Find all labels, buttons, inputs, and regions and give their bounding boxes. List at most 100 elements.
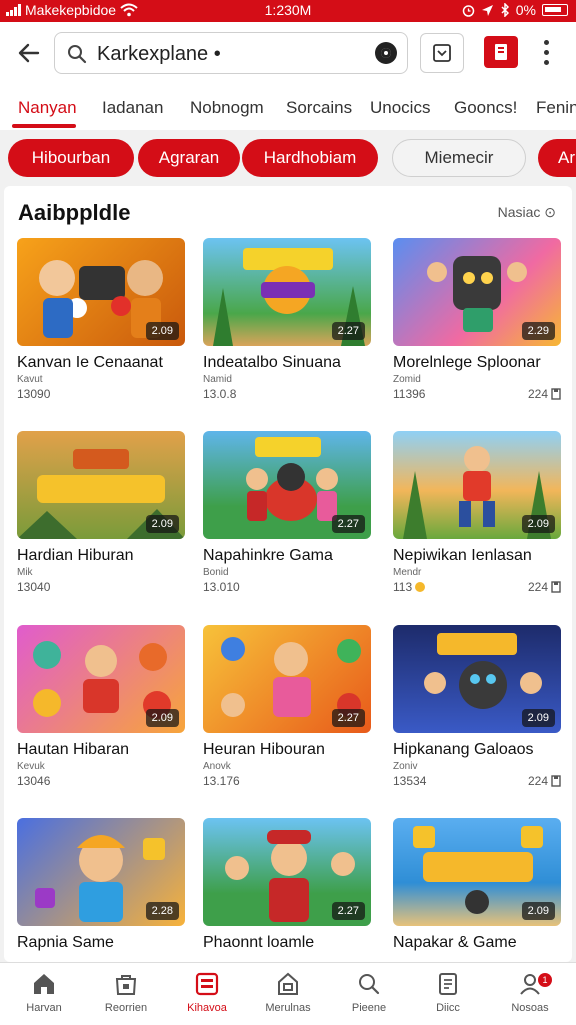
bluetooth-icon [501,3,509,17]
game-subtitle: Namid [203,374,232,385]
rating-badge: 2.09 [521,515,555,533]
apps-icon [195,972,219,996]
battery-percent: 0% [515,2,536,18]
game-thumbnail: 2.09 [393,625,561,733]
search-query: Karkexplane • [97,43,221,65]
game-thumbnail: 2.27 [203,238,371,346]
rating-badge: 2.27 [331,322,365,340]
nav-label: Diicc [436,1002,460,1014]
search-icon [68,45,87,64]
nav-item-store[interactable]: Reorrien [86,969,166,1014]
coin-icon [415,582,426,592]
game-title: Heuran Hibouran [203,741,325,758]
game-card[interactable]: 2.09 Napakar & Game [393,818,561,952]
rating-badge: 2.09 [145,322,179,340]
game-card[interactable]: 2.27 Indeatalbo Sinuana Namid 13.0.8 [203,238,371,401]
game-meta: 13534 [393,774,427,788]
game-meta: 13040 [17,580,51,594]
nav-item-files[interactable]: Diicc [408,969,488,1014]
nav-item-account[interactable]: 1 Nosoas [490,969,570,1014]
game-title: Rapnia Same [17,934,114,951]
game-card[interactable]: 2.09 Kanvan Ie Cenaanat Kavut 13090 [17,238,185,401]
game-card[interactable]: 2.09 Nepiwikan Ienlasan Mendr 113 224 [393,431,561,594]
game-thumbnail: 2.29 [393,238,561,346]
nav-item-home[interactable]: Harvan [4,969,84,1014]
tab-3[interactable]: Sorcains [286,98,352,118]
nav-item-library[interactable]: Merulnas [248,969,328,1014]
game-card[interactable]: 2.09 Hautan Hibaran Kevuk 13046 [17,625,185,788]
tab-0[interactable]: Nanyan [18,98,77,118]
game-title: Hardian Hiburan [17,547,134,564]
game-subtitle: Anovk [203,761,231,772]
save-icon [551,388,561,400]
game-subtitle: Mik [17,567,33,578]
alarm-icon [462,4,475,17]
tab-2[interactable]: Nobnogm [190,98,264,118]
nav-item-active[interactable]: Kihavoa [167,969,247,1014]
rating-badge: 2.28 [145,902,179,920]
document-icon [439,973,457,995]
game-title: Morelnlege Sploonar [393,354,541,371]
battery-icon [542,4,568,16]
back-button[interactable] [14,38,44,68]
tab-5[interactable]: Gooncs! [454,98,517,118]
rating-badge: 2.27 [331,709,365,727]
game-thumbnail: 2.28 [17,818,185,926]
game-meta: 13090 [17,387,51,401]
content-panel: Aaibppldle Nasiac ⊙ 2.09 Kanvan Ie Cenaa… [4,186,572,962]
game-title: Indeatalbo Sinuana [203,354,341,371]
game-card[interactable]: 2.27 Napahinkre Gama Bonid 13.010 [203,431,371,594]
nav-label: Harvan [26,1002,62,1014]
home-icon [34,974,54,994]
more-options-icon[interactable] [544,40,549,65]
game-title: Hipkanang Galoaos [393,741,534,758]
game-card[interactable]: 2.27 Phaonnt loamle [203,818,371,952]
search-icon [359,974,380,995]
game-subtitle: Zomid [393,374,421,385]
chip-4[interactable]: Ar [538,139,576,177]
game-size: 224 [527,580,548,594]
library-icon [278,972,298,995]
nav-label: Merulnas [265,1002,311,1014]
chip-3[interactable]: Miemecir [392,139,526,177]
download-button[interactable] [420,33,464,73]
game-meta: 13.010 [203,580,240,594]
game-thumbnail: 2.27 [203,818,371,926]
chip-0[interactable]: Hibourban [8,139,134,177]
store-icon [115,975,137,995]
game-card[interactable]: 2.09 Hipkanang Galoaos Zoniv 13534 224 [393,625,561,788]
game-size: 224 [527,774,548,788]
tab-4[interactable]: Unocics [370,98,430,118]
camera-lens-icon[interactable] [375,42,397,64]
chip-2[interactable]: Hardhobiam [242,139,378,177]
chip-1[interactable]: Agraran [138,139,240,177]
game-card[interactable]: 2.28 Rapnia Same [17,818,185,952]
rating-badge: 2.09 [521,902,555,920]
game-card[interactable]: 2.29 Morelnlege Sploonar Zomid 11396 224 [393,238,561,401]
active-tab-indicator [12,124,76,128]
game-title: Hautan Hibaran [17,741,130,758]
game-meta: 13.0.8 [203,387,237,401]
game-subtitle: Kevuk [17,761,45,772]
nav-item-search[interactable]: Pieene [329,969,409,1014]
game-thumbnail: 2.27 [203,431,371,539]
rating-badge: 2.09 [145,515,179,533]
search-input[interactable]: Karkexplane • [54,32,408,74]
pdf-button[interactable] [484,36,518,68]
arrow-left-icon [18,43,40,63]
rating-badge: 2.27 [331,515,365,533]
game-card[interactable]: 2.09 Hardian Hiburan Mik 13040 [17,431,185,594]
game-card[interactable]: 2.27 Heuran Hibouran Anovk 13.176 [203,625,371,788]
see-more-link[interactable]: Nasiac ⊙ [498,204,556,221]
game-title: Kanvan Ie Cenaanat [17,354,163,371]
bottom-navigation: Harvan Reorrien Kihavoa Merulnas Pieene … [0,962,576,1025]
game-title: Napakar & Game [393,934,517,951]
game-title: Napahinkre Gama [203,547,333,564]
game-meta: 11396 [393,387,426,401]
game-meta: 13.176 [203,774,240,788]
game-subtitle: Zoniv [393,761,418,772]
game-title: Phaonnt loamle [203,934,315,951]
tab-6[interactable]: Fenin [536,98,576,118]
tab-1[interactable]: Iadanan [102,98,163,118]
nav-label: Reorrien [104,1002,148,1014]
